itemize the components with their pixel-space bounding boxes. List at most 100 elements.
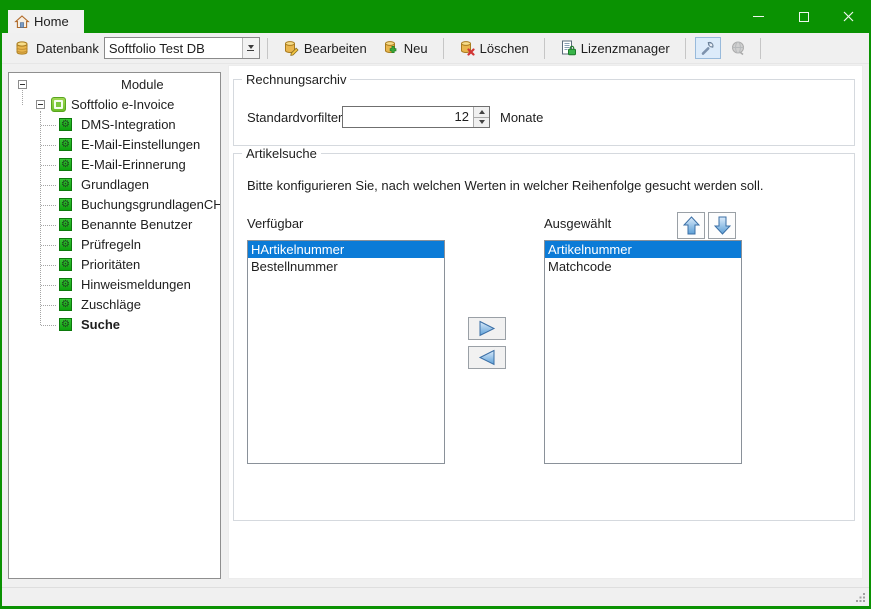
tree-connector — [41, 305, 56, 306]
maximize-icon — [799, 12, 809, 22]
tree-item-zuschlaege[interactable]: ⚙ Zuschläge — [9, 295, 220, 315]
tools-button[interactable] — [695, 37, 721, 59]
list-item[interactable]: Bestellnummer — [248, 258, 444, 275]
tree-item-pruefregeln[interactable]: ⚙ Prüfregeln — [9, 235, 220, 255]
gear-icon: ⚙ — [59, 318, 72, 331]
globe-icon — [730, 40, 746, 56]
chevron-down-bar — [247, 50, 254, 51]
tree-connector — [41, 285, 56, 286]
neu-button[interactable]: Neu — [377, 36, 434, 60]
license-lock-icon — [560, 40, 576, 56]
tree-item-label: Hinweismeldungen — [81, 275, 191, 295]
move-up-button[interactable] — [677, 212, 705, 239]
tree-item-grundlagen[interactable]: ⚙ Grundlagen — [9, 175, 220, 195]
gear-icon: ⚙ — [59, 258, 72, 271]
module-tree[interactable]: Module Softfolio e-Invoice ⚙ DMS-Integra… — [8, 72, 221, 579]
arrow-left-icon — [477, 349, 497, 366]
artikelsuche-instruction: Bitte konfigurieren Sie, nach welchen We… — [247, 178, 763, 193]
move-right-button[interactable] — [468, 317, 506, 340]
database-add-icon — [383, 40, 399, 56]
artikelsuche-group: Artikelsuche Bitte konfigurieren Sie, na… — [233, 153, 855, 521]
tree-item-label: Benannte Benutzer — [81, 215, 192, 235]
verfuegbar-label: Verfügbar — [247, 216, 303, 231]
monate-label: Monate — [500, 110, 543, 125]
tree-connector — [41, 125, 56, 126]
tree-node-label: Softfolio e-Invoice — [71, 95, 174, 115]
gear-icon: ⚙ — [59, 198, 72, 211]
tree-item-label: BuchungsgrundlagenCH — [81, 195, 221, 215]
gear-icon: ⚙ — [59, 298, 72, 311]
lizenzmanager-button[interactable]: Lizenzmanager — [554, 36, 676, 60]
arrow-up-icon — [683, 216, 700, 235]
rechnungsarchiv-group: Rechnungsarchiv Standardvorfilter 12 Mon… — [233, 79, 855, 146]
lizenzmanager-label: Lizenzmanager — [581, 41, 670, 56]
collapse-icon[interactable] — [18, 80, 27, 89]
tree-connector — [41, 165, 56, 166]
move-down-button[interactable] — [708, 212, 736, 239]
bearbeiten-button[interactable]: Bearbeiten — [277, 36, 373, 60]
tree-item-buchungsgrundlagench[interactable]: ⚙ BuchungsgrundlagenCH — [9, 195, 220, 215]
settings-panel: Rechnungsarchiv Standardvorfilter 12 Mon… — [228, 65, 863, 579]
standardvorfilter-spinner[interactable]: 12 — [342, 106, 490, 128]
loeschen-label: Löschen — [480, 41, 529, 56]
tree-connector — [41, 145, 56, 146]
tree-node-softfolio-e-invoice[interactable]: Softfolio e-Invoice — [9, 95, 220, 115]
tree-item-email-erinnerung[interactable]: ⚙ E-Mail-Erinnerung — [9, 155, 220, 175]
gear-icon: ⚙ — [59, 178, 72, 191]
datenbank-combobox-dropdown-button[interactable] — [242, 38, 259, 58]
tree-item-label-selected: Suche — [81, 315, 120, 335]
maximize-button[interactable] — [781, 0, 826, 33]
toolbar-separator — [267, 38, 268, 59]
tree-connector — [41, 325, 56, 326]
datenbank-combobox-value[interactable]: Softfolio Test DB — [105, 38, 242, 58]
main-area: Module Softfolio e-Invoice ⚙ DMS-Integra… — [2, 64, 869, 587]
datenbank-label: Datenbank — [36, 41, 99, 56]
collapse-icon[interactable] — [36, 100, 45, 109]
tree-item-label: Grundlagen — [81, 175, 149, 195]
resize-grip[interactable] — [855, 592, 866, 603]
verfuegbar-list[interactable]: HArtikelnummer Bestellnummer — [247, 240, 445, 464]
gear-icon: ⚙ — [59, 278, 72, 291]
toolbar: Datenbank Softfolio Test DB Bearbeiten — [2, 33, 869, 64]
tree-root-module[interactable]: Module — [9, 75, 220, 95]
tree-item-label: Zuschläge — [81, 295, 141, 315]
chevron-down-icon — [248, 45, 254, 49]
tree-item-dms-integration[interactable]: ⚙ DMS-Integration — [9, 115, 220, 135]
list-item[interactable]: HArtikelnummer — [248, 241, 444, 258]
tree-item-hinweismeldungen[interactable]: ⚙ Hinweismeldungen — [9, 275, 220, 295]
ausgewaehlt-list[interactable]: Artikelnummer Matchcode — [544, 240, 742, 464]
titlebar: Home — [0, 0, 871, 33]
spin-down-button[interactable] — [474, 117, 489, 128]
wrench-icon — [700, 40, 716, 56]
tree-root-label: Module — [121, 75, 164, 95]
list-item[interactable]: Matchcode — [545, 258, 741, 275]
tree-item-prioritaeten[interactable]: ⚙ Prioritäten — [9, 255, 220, 275]
toolbar-separator — [544, 38, 545, 59]
tree-item-benannte-benutzer[interactable]: ⚙ Benannte Benutzer — [9, 215, 220, 235]
minimize-button[interactable] — [736, 0, 781, 33]
app-window: Home Datenbank Softfolio Test DB — [0, 0, 871, 609]
tab-home[interactable]: Home — [8, 10, 84, 33]
close-icon — [843, 11, 854, 22]
minimize-icon — [753, 16, 764, 17]
standardvorfilter-value[interactable]: 12 — [343, 107, 473, 127]
tab-home-label: Home — [34, 14, 69, 29]
gear-icon: ⚙ — [59, 118, 72, 131]
help-button[interactable] — [725, 37, 751, 59]
gear-icon: ⚙ — [59, 158, 72, 171]
database-icon — [14, 40, 30, 56]
move-left-button[interactable] — [468, 346, 506, 369]
tree-item-label: DMS-Integration — [81, 115, 176, 135]
datenbank-combobox[interactable]: Softfolio Test DB — [104, 37, 260, 59]
loeschen-button[interactable]: Löschen — [453, 36, 535, 60]
gear-icon: ⚙ — [59, 218, 72, 231]
list-item[interactable]: Artikelnummer — [545, 241, 741, 258]
close-button[interactable] — [826, 0, 871, 33]
tree-connector — [41, 205, 56, 206]
tree-item-suche[interactable]: ⚙ Suche — [9, 315, 220, 335]
tree-item-email-einstellungen[interactable]: ⚙ E-Mail-Einstellungen — [9, 135, 220, 155]
triangle-up-icon — [479, 110, 485, 114]
spin-up-button[interactable] — [474, 107, 489, 117]
e-invoice-module-icon — [51, 97, 66, 112]
gear-icon: ⚙ — [59, 138, 72, 151]
